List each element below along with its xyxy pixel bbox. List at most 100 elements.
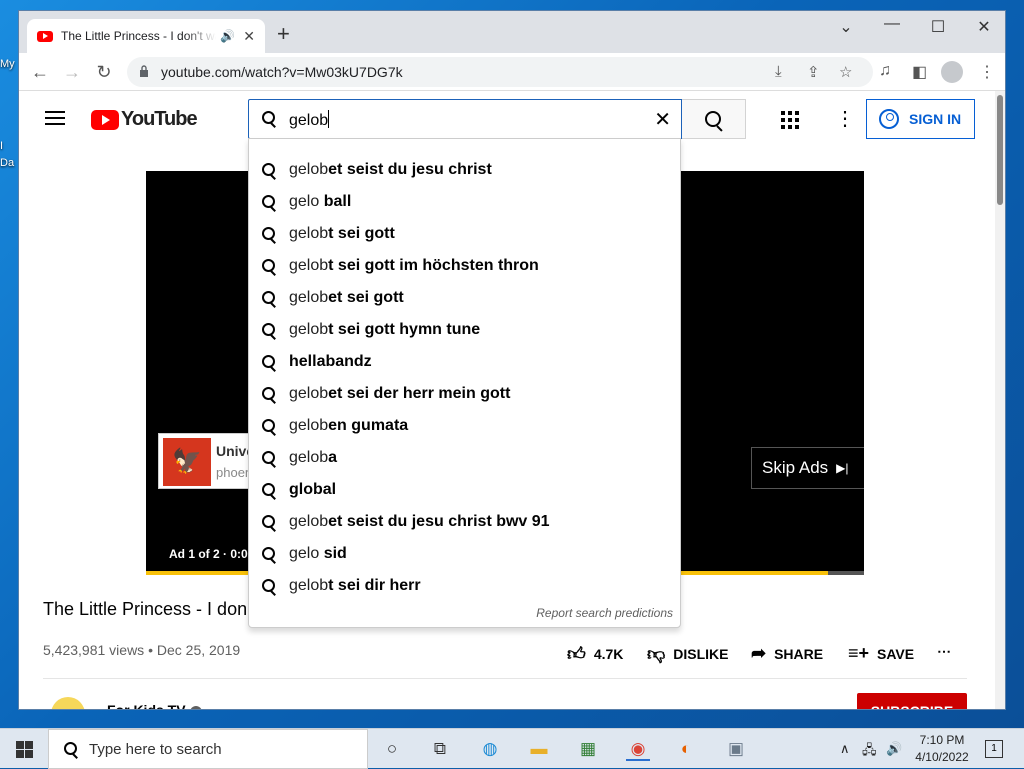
search-suggestion[interactable]: gelo sid <box>249 538 680 570</box>
report-search-predictions-link[interactable]: Report search predictions <box>536 606 673 620</box>
search-suggestion[interactable]: gelo ball <box>249 186 680 218</box>
search-icon <box>261 482 277 498</box>
share-label: SHARE <box>774 645 824 662</box>
task-view-icon[interactable]: ⧉ <box>428 737 452 761</box>
skip-ads-button[interactable]: Skip Ads ▶| <box>751 447 864 489</box>
notification-icon[interactable]: 1 <box>985 740 1003 758</box>
settings-more-icon[interactable]: ⋮ <box>835 109 855 129</box>
cortana-icon[interactable]: ○ <box>380 737 404 761</box>
firefox-icon[interactable]: ◐ <box>674 737 698 761</box>
store-icon[interactable]: ▦ <box>576 737 600 761</box>
advertiser-logo-icon: 🦅 <box>163 438 211 486</box>
video-meta: 5,423,981 views • Dec 25, 2019 <box>43 642 241 658</box>
volume-icon[interactable]: 🔊 <box>886 741 902 757</box>
taskbar-search-placeholder: Type here to search <box>89 740 222 758</box>
search-icon <box>261 578 277 594</box>
search-suggestion[interactable]: hellabandz <box>249 346 680 378</box>
search-icon <box>261 162 277 178</box>
subscribe-button[interactable]: SUBSCRIBE <box>857 693 967 709</box>
apps-grid-icon[interactable] <box>781 111 799 129</box>
search-suggestion[interactable]: gelob et seist du jesu christ <box>249 154 680 186</box>
tray-chevron-icon[interactable]: ∧ <box>840 741 850 757</box>
youtube-logo-text: YouTube <box>121 108 198 130</box>
side-panel-icon[interactable]: ◧ <box>912 62 927 82</box>
dislike-button[interactable]: 👎︎ DISLIKE <box>647 643 729 665</box>
desktop-icon-label[interactable]: Da <box>0 157 14 169</box>
share-button[interactable]: ➦ SHARE <box>751 643 823 664</box>
chrome-icon[interactable]: ◉ <box>626 737 650 761</box>
edge-icon[interactable]: ◍ <box>478 737 502 761</box>
network-icon[interactable]: 🖧 <box>862 741 877 763</box>
close-window-button[interactable]: ✕ <box>969 17 999 37</box>
thumbs-down-icon: 👎︎ <box>647 644 666 664</box>
search-icon <box>261 386 277 402</box>
sign-in-label: SIGN IN <box>909 111 962 127</box>
app-icon[interactable]: ▣ <box>724 737 748 761</box>
playlist-add-icon: ≡+ <box>848 643 870 663</box>
channel-avatar[interactable] <box>51 697 85 709</box>
search-icon <box>261 194 277 210</box>
search-suggestion[interactable]: gelob t sei gott <box>249 218 680 250</box>
tab-close-icon[interactable]: ✕ <box>243 28 255 45</box>
thumbs-up-icon: 👍︎ <box>567 644 586 664</box>
url-text[interactable]: youtube.com/watch?v=Mw03kU7DG7k <box>161 64 403 80</box>
taskbar-search-box[interactable]: Type here to search <box>48 729 368 769</box>
back-arrow-icon[interactable]: ← <box>29 62 51 82</box>
clock[interactable]: 7:10 PM 4/10/2022 <box>902 732 982 766</box>
search-suggestion[interactable]: gelob en gumata <box>249 410 680 442</box>
browser-menu-icon[interactable]: ⋮ <box>979 62 995 82</box>
view-count: 5,423,981 views <box>43 642 145 658</box>
search-icon <box>704 110 724 130</box>
search-icon <box>261 354 277 370</box>
search-input[interactable]: gelob ✕ <box>248 99 682 139</box>
like-button[interactable]: 👍︎ 4.7K <box>567 643 623 665</box>
tab-strip: The Little Princess - I don't want 🔊 ✕ +… <box>19 11 1005 53</box>
browser-tab[interactable]: The Little Princess - I don't want 🔊 ✕ <box>27 19 265 53</box>
install-icon[interactable]: ⤓ <box>775 63 782 80</box>
search-suggestion[interactable]: gelob et sei gott <box>249 282 680 314</box>
scrollbar-thumb[interactable] <box>997 95 1003 205</box>
address-bar[interactable]: youtube.com/watch?v=Mw03kU7DG7k ⤓ ⇪ ☆ <box>127 57 873 87</box>
search-icon <box>261 226 277 242</box>
file-explorer-icon[interactable]: ▬ <box>527 737 551 761</box>
skip-ads-label: Skip Ads <box>762 458 829 477</box>
clear-search-icon[interactable]: ✕ <box>654 107 671 132</box>
speaker-icon[interactable]: 🔊 <box>220 29 235 43</box>
menu-hamburger-icon[interactable] <box>45 111 65 125</box>
search-suggestion[interactable]: gelob t sei gott hymn tune <box>249 314 680 346</box>
share-arrow-icon: ➦ <box>751 643 767 663</box>
save-button[interactable]: ≡+ SAVE <box>848 643 914 664</box>
search-suggestion[interactable]: gelob et sei der herr mein gott <box>249 378 680 410</box>
minimize-button[interactable]: — <box>877 15 907 33</box>
search-icon <box>261 450 277 466</box>
search-suggestion[interactable]: gelob t sei dir herr <box>249 570 680 602</box>
reload-icon[interactable]: ↻ <box>93 62 115 82</box>
search-icon <box>261 258 277 274</box>
search-suggestion[interactable]: gelob t sei gott im höchsten thron <box>249 250 680 282</box>
desktop-icon-label[interactable]: My <box>0 58 15 70</box>
new-tab-button[interactable]: + <box>277 23 290 45</box>
media-control-icon[interactable]: ♫ <box>879 62 891 80</box>
search-query-text[interactable]: gelob <box>289 110 330 130</box>
channel-name[interactable]: For Kids TV✓ <box>107 702 202 709</box>
more-actions-button[interactable]: ⋯ <box>937 643 951 660</box>
forward-arrow-icon[interactable]: → <box>61 62 83 82</box>
share-icon[interactable]: ⇪ <box>807 63 820 81</box>
page-scrollbar[interactable] <box>995 91 1005 709</box>
tab-search-icon[interactable]: ⌄ <box>831 17 861 37</box>
sign-in-button[interactable]: SIGN IN <box>866 99 975 139</box>
youtube-logo[interactable]: YouTube <box>91 108 198 131</box>
start-button[interactable] <box>0 729 48 769</box>
divider <box>43 678 967 679</box>
clock-time: 7:10 PM <box>919 733 965 747</box>
search-suggestion[interactable]: gelob et seist du jesu christ bwv 91 <box>249 506 680 538</box>
maximize-button[interactable]: ☐ <box>923 17 953 37</box>
user-icon <box>879 109 899 129</box>
browser-toolbar: ← → ↻ youtube.com/watch?v=Mw03kU7DG7k ⤓ … <box>19 53 1005 91</box>
profile-avatar[interactable] <box>941 61 963 83</box>
search-button[interactable] <box>682 99 746 139</box>
search-suggestion[interactable]: global <box>249 474 680 506</box>
bookmark-star-icon[interactable]: ☆ <box>839 63 852 81</box>
search-suggestion[interactable]: gelob a <box>249 442 680 474</box>
desktop-icon-label[interactable]: I <box>0 140 3 152</box>
